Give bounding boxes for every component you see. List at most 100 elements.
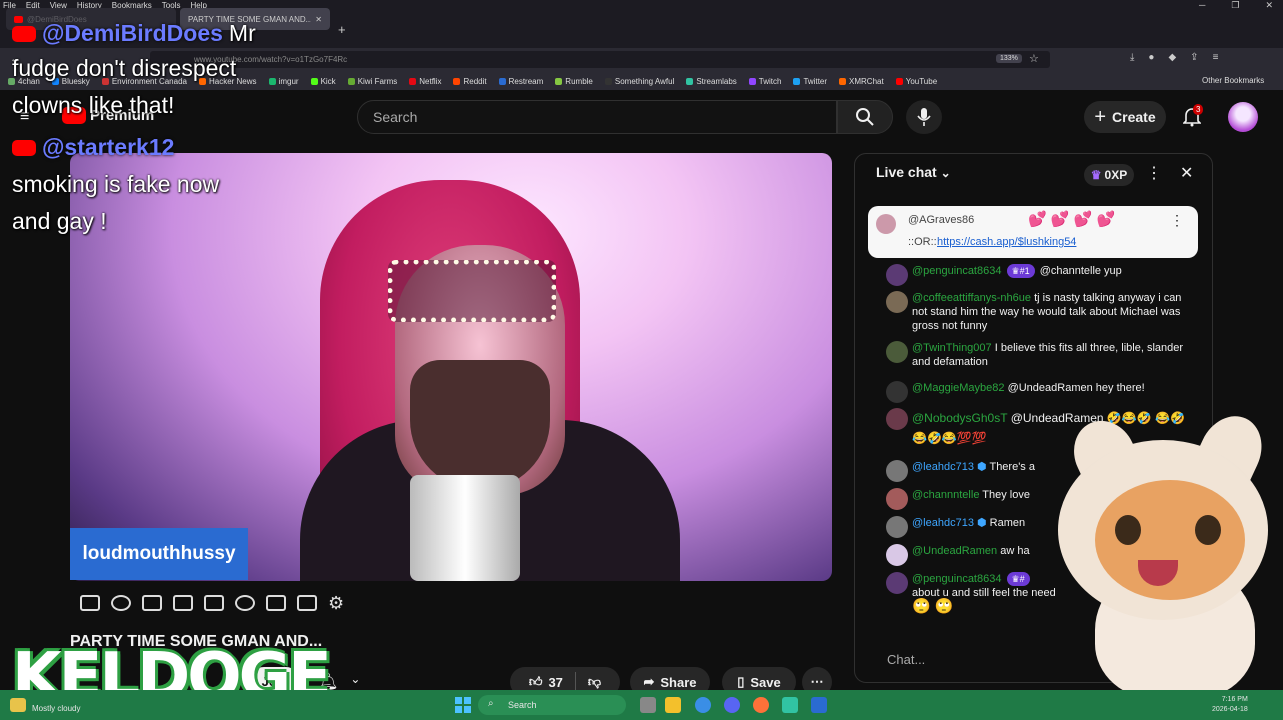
chat-author[interactable]: @penguincat8634 (912, 265, 1001, 277)
chat-author[interactable]: @NobodysGh0sT (912, 411, 1007, 425)
speed-icon[interactable] (235, 595, 255, 611)
bookmark-label: Kiwi Farms (357, 76, 398, 86)
view-icon[interactable] (142, 595, 162, 611)
bookmark-item[interactable]: Streamlabs (686, 77, 737, 86)
bookmark-item[interactable]: Kick (310, 76, 336, 86)
zoom-indicator[interactable]: 133% (996, 54, 1022, 63)
pinned-message[interactable]: @AGraves86 💕 💕 💕 💕 ::OR:: https://cash.a… (868, 206, 1198, 258)
voice-search-button[interactable] (906, 100, 942, 134)
chat-message: @coffeeattiffanys-nh6ue tj is nasty talk… (886, 291, 1186, 333)
pinned-prefix: ::OR:: (908, 236, 937, 248)
add-clip-icon[interactable] (266, 595, 286, 611)
overlay-chat-line: @DemiBirdDoes Mr (12, 15, 256, 52)
create-button[interactable]: + Create (1084, 101, 1166, 133)
image-icon[interactable] (204, 595, 224, 611)
chat-avatar (886, 341, 908, 363)
bookmark-item[interactable]: Restream (498, 77, 543, 86)
restore-icon[interactable]: ❐ (1231, 0, 1239, 11)
taskbar-search[interactable]: ⌕ Search (478, 695, 626, 715)
windows-start-icon[interactable] (455, 697, 471, 718)
close-tab-icon[interactable]: ✕ (315, 15, 322, 24)
pinned-link[interactable]: https://cash.app/$lushking54 (937, 236, 1076, 248)
bookmark-item[interactable]: imgur (268, 77, 299, 86)
bookmark-item[interactable]: Kiwi Farms (347, 76, 398, 86)
url-field[interactable]: www.youtube.com/watch?v=o1TzGo7F4Rc (150, 51, 1050, 68)
chat-rank-value: #1 (1019, 266, 1030, 276)
account-avatar[interactable] (1228, 102, 1258, 132)
settings-gear-icon[interactable]: ⚙ (328, 593, 344, 614)
xp-value: 0XP (1104, 168, 1128, 182)
extension-icon[interactable]: ● (1148, 52, 1154, 63)
chat-author[interactable]: @channntelle (912, 489, 979, 501)
chat-rank-badge: ♛#1 (1006, 264, 1035, 278)
menu-icon[interactable]: ≡ (1213, 52, 1219, 63)
live-chat-header[interactable]: Live chat ⌄ (876, 164, 951, 180)
broadcast-icon[interactable] (111, 595, 131, 611)
bookmark-item[interactable]: YouTube (895, 77, 937, 86)
bookmark-item[interactable]: Reddit (453, 77, 487, 86)
chat-text: @channtelle yup (1039, 265, 1122, 277)
thumbs-down-icon[interactable]: 👎︎ (588, 674, 601, 690)
search-button[interactable] (837, 100, 893, 134)
chat-author[interactable]: @MaggieMaybe82 (912, 382, 1005, 394)
chat-author[interactable]: @leahdc713 (912, 517, 974, 529)
file-explorer-icon[interactable] (665, 697, 681, 713)
video-name-tag: loudmouthhussy (70, 528, 248, 580)
notifications-button[interactable] (1176, 101, 1208, 133)
thumbs-up-icon[interactable]: 👍︎ (529, 674, 543, 690)
bookmark-item[interactable]: Something Awful (604, 76, 675, 86)
overlay-username: @starterk12 (42, 134, 175, 160)
bookmark-label: Kick (320, 76, 336, 86)
loop-icon[interactable] (80, 595, 100, 611)
bookmark-item[interactable]: XMRChat (839, 77, 884, 86)
chat-text: They love (982, 489, 1030, 501)
chat-author[interactable]: @leahdc713 (912, 461, 974, 473)
pinned-more-icon[interactable]: ⋮ (1170, 212, 1184, 229)
puzzle-icon[interactable]: ◆ (1168, 52, 1176, 63)
chrome-icon[interactable] (695, 697, 711, 713)
chat-placeholder: Chat... (887, 651, 926, 667)
app-icon[interactable] (811, 697, 827, 713)
bookmark-icon (748, 77, 756, 85)
task-view-icon[interactable] (640, 697, 656, 713)
bookmark-icon (686, 77, 694, 85)
weather-text[interactable]: Mostly cloudy (32, 704, 80, 713)
youtube-logo-icon (12, 139, 36, 156)
chat-author[interactable]: @TwinThing007 (912, 342, 992, 354)
streamlabs-icon[interactable] (782, 697, 798, 713)
bookmark-item[interactable]: Rumble (555, 77, 593, 86)
film-icon[interactable] (173, 595, 193, 611)
download-icon[interactable]: ⤓ (1130, 52, 1134, 63)
window-controls: ─ ❐ ✕ (1199, 0, 1273, 11)
close-window-icon[interactable]: ✕ (1265, 0, 1273, 11)
save-label: Save (750, 674, 781, 690)
chat-input[interactable]: Chat... (870, 642, 1100, 676)
xp-badge[interactable]: ♛ 0XP (1084, 164, 1134, 186)
chat-author[interactable]: @coffeeattiffanys-nh6ue (912, 292, 1031, 304)
bookmark-item[interactable]: Twitter (793, 77, 827, 86)
other-bookmarks[interactable]: Other Bookmarks (1202, 76, 1264, 85)
chat-author[interactable]: @UndeadRamen (912, 545, 997, 557)
bookmark-item[interactable]: Netflix (409, 77, 441, 86)
chat-more-icon[interactable]: ⋮ (1146, 163, 1162, 183)
close-chat-icon[interactable]: ✕ (1180, 163, 1193, 183)
discord-icon[interactable] (724, 697, 740, 713)
bookmark-icon (409, 77, 417, 85)
star-icon[interactable]: ☆ (1029, 52, 1039, 65)
bookmark-icon (268, 77, 276, 85)
bookmark-label: Something Awful (614, 76, 675, 86)
share-icon[interactable]: ⇪ (1190, 52, 1198, 63)
bookmark-item[interactable]: Twitch (748, 77, 781, 86)
search-icon (856, 108, 874, 126)
taskbar-clock[interactable]: 7:16 PM 2026-04-18 (1212, 695, 1248, 715)
chevron-down-icon: ⌄ (940, 166, 951, 180)
chat-avatar (886, 381, 908, 403)
chat-author[interactable]: @penguincat8634 (912, 573, 1001, 585)
crown-icon: ♛ (1090, 168, 1102, 182)
search-input[interactable]: Search (357, 100, 837, 134)
firefox-icon[interactable] (753, 697, 769, 713)
bookmark-icon: ▯ (737, 674, 745, 689)
new-tab-icon[interactable]: + (338, 22, 346, 37)
screenshot-icon[interactable] (297, 595, 317, 611)
minimize-icon[interactable]: ─ (1199, 0, 1205, 11)
